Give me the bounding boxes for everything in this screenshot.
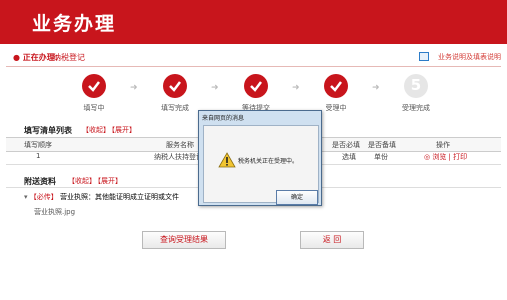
row-required: 选填 bbox=[342, 153, 356, 161]
step-label: 填写中 bbox=[83, 104, 105, 112]
warning-icon bbox=[218, 152, 236, 168]
attachments-collapse[interactable]: 【收起】 bbox=[68, 176, 96, 186]
dialog-title: 来自网页的消息 bbox=[202, 115, 245, 122]
check-icon bbox=[82, 74, 106, 98]
attachments-title: 附送资料 bbox=[24, 177, 56, 186]
arrow-right-icon: ➜ bbox=[372, 83, 380, 93]
message-dialog: 来自网页的消息 税务机关正在受理中。 确定 bbox=[198, 110, 322, 206]
status-bar: ● 正在办理： 纳税登记 业务说明及填表说明 bbox=[0, 50, 507, 66]
row-backup: 单份 bbox=[374, 153, 388, 161]
step-label: 受理完成 bbox=[402, 104, 430, 112]
step-3: 等待提交 bbox=[226, 74, 286, 113]
attachment-text: 营业执照：其他能证明成立证明或文件 bbox=[59, 193, 179, 201]
attachments-expand[interactable]: 【展开】 bbox=[94, 176, 122, 186]
query-result-button[interactable]: 查询受理结果 bbox=[142, 231, 226, 249]
row-action[interactable]: ◎ 浏览 | 打印 bbox=[424, 152, 467, 162]
column-header: 填写顺序 bbox=[24, 141, 52, 149]
fill-list-title: 填写清单列表 bbox=[24, 126, 72, 135]
dialog-body: 税务机关正在受理中。 确定 bbox=[203, 125, 319, 205]
column-header: 是否必填 bbox=[332, 141, 360, 149]
check-icon bbox=[324, 74, 348, 98]
book-icon bbox=[419, 52, 429, 61]
dialog-message: 税务机关正在受理中。 bbox=[238, 158, 299, 165]
check-icon bbox=[244, 74, 268, 98]
arrow-right-icon: ➜ bbox=[130, 83, 138, 93]
step-1: 填写中 bbox=[64, 74, 124, 113]
arrow-right-icon: ➜ bbox=[292, 83, 300, 93]
step-number-icon: 5 bbox=[404, 74, 428, 98]
column-header: 是否备填 bbox=[368, 141, 396, 149]
current-task-value[interactable]: 纳税登记 bbox=[53, 52, 85, 63]
attachment-file[interactable]: 营业执照.jpg bbox=[34, 207, 75, 217]
top-banner: 业务办理 bbox=[0, 0, 507, 44]
row-order: 1 bbox=[36, 152, 41, 160]
back-button[interactable]: 返 回 bbox=[300, 231, 364, 249]
step-4: 受理中 bbox=[306, 74, 366, 113]
ok-button[interactable]: 确定 bbox=[276, 190, 318, 205]
divider bbox=[6, 66, 501, 67]
column-header: 服务名称 bbox=[166, 141, 194, 149]
step-2: 填写完成 bbox=[145, 74, 205, 113]
fill-list-collapse[interactable]: 【收起】 bbox=[82, 125, 110, 135]
guide-link[interactable]: 业务说明及填表说明 bbox=[438, 52, 501, 62]
fill-list-expand[interactable]: 【展开】 bbox=[108, 125, 136, 135]
column-header: 操作 bbox=[436, 141, 450, 149]
step-label: 填写完成 bbox=[161, 104, 189, 112]
triangle-down-icon: ▾ bbox=[24, 193, 28, 201]
step-5: 5 受理完成 bbox=[386, 74, 446, 113]
arrow-right-icon: ➜ bbox=[211, 83, 219, 93]
attachment-item: ▾ 【必传】 营业执照：其他能证明成立证明或文件 bbox=[24, 192, 179, 202]
page-title: 业务办理 bbox=[32, 13, 117, 35]
required-tag: 【必传】 bbox=[29, 193, 58, 201]
check-icon bbox=[163, 74, 187, 98]
